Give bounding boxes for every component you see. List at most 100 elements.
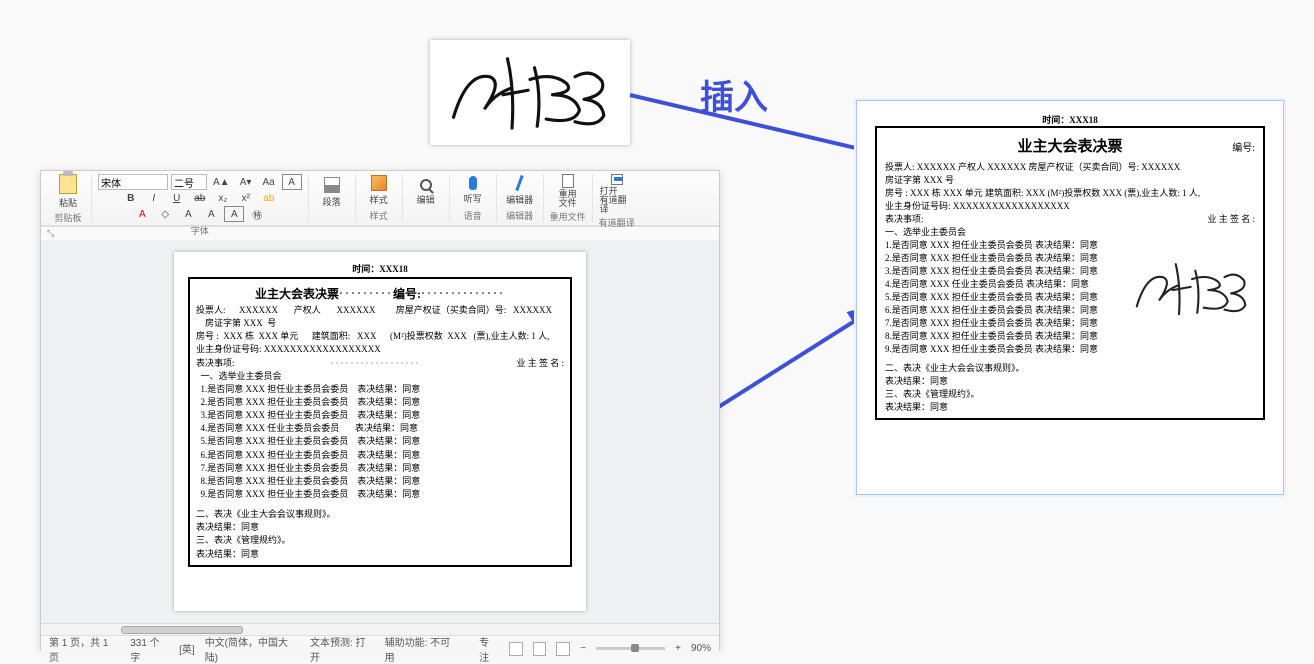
group-editor-label: 编辑器: [506, 209, 533, 222]
font-color-button[interactable]: A: [132, 206, 152, 222]
status-bar: 第 1 页，共 1 页 331 个字 [英] 中文(简体，中国大陆) 文本预测:…: [41, 635, 719, 661]
id-line: 业主身份证号码: XXXXXXXXXXXXXXXXXX: [196, 343, 564, 355]
focus-button[interactable]: 专注: [479, 634, 499, 664]
doc-title-right: 业主大会表决票: [1018, 135, 1123, 156]
vote-row: 3.是否同意 XXX 担任业主委员会委员 表决结果：同意: [196, 409, 564, 421]
doc-title: 业主大会表决票 ········· 编号: ··············: [196, 285, 564, 302]
view-print-button[interactable]: [509, 642, 523, 656]
owner-sign-label-r: 业 主 签 名 :: [1207, 212, 1255, 225]
view-read-button[interactable]: [533, 642, 547, 656]
styles-button[interactable]: 样式: [362, 174, 396, 207]
res2-r: 表决结果：同意: [885, 374, 1255, 387]
serial-right: 编号:: [1123, 139, 1256, 154]
mic-icon: [469, 176, 477, 190]
translate-icon: [611, 174, 623, 185]
zoom-percent[interactable]: 90%: [691, 643, 711, 654]
group-clipboard-label: 剪贴板: [54, 211, 81, 224]
status-lang[interactable]: 中文(简体，中国大陆): [205, 634, 300, 664]
strike-button[interactable]: ab: [190, 190, 210, 206]
search-icon: [420, 179, 432, 191]
inserted-signature: [1127, 241, 1257, 336]
paragraph-button[interactable]: 段落: [315, 174, 349, 210]
room-line-r: 房号 : XXX 栋 XXX 单元 建筑面积: XXX (M²)投票权数 XXX…: [885, 186, 1255, 199]
res3: 表决结果：同意: [196, 548, 564, 560]
vote-row: 9.是否同意 XXX 担任业主委员会委员 表决结果：同意: [885, 342, 1255, 355]
sec3: 三、表决《管理规约》。: [196, 534, 564, 546]
vote-row: 9.是否同意 XXX 担任业主委员会委员 表决结果：同意: [196, 488, 564, 500]
paragraph-icon: [324, 177, 340, 193]
zoom-in-button[interactable]: +: [675, 643, 681, 654]
subscript-button[interactable]: x₂: [213, 190, 233, 206]
page-sheet: 时间：XXX18 业主大会表决票 ········· 编号: ·········…: [174, 252, 586, 611]
status-page[interactable]: 第 1 页，共 1 页: [49, 634, 120, 664]
vote-row: 2.是否同意 XXX 担任业主委员会委员 表决结果：同意: [196, 396, 564, 408]
section-items-r: 表决事项:: [885, 212, 924, 225]
status-predict[interactable]: 文本预测: 打开: [310, 634, 375, 664]
header-time: 时间：XXX18: [188, 262, 572, 275]
italic-button[interactable]: I: [144, 190, 164, 206]
vote-row: 1.是否同意 XXX 担任业主委员会委员 表决结果：同意: [196, 383, 564, 395]
vote-row: 7.是否同意 XXX 担任业主委员会委员 表决结果：同意: [196, 462, 564, 474]
char-border[interactable]: A: [282, 174, 302, 190]
sec1-r: 一、选举业主委员会: [885, 225, 1255, 238]
clear-format-button[interactable]: ◇: [155, 206, 175, 222]
font-size-select[interactable]: [171, 174, 207, 190]
header-time-right: 时间：XXX18: [875, 113, 1265, 126]
change-case[interactable]: Aa: [259, 174, 279, 190]
increase-font[interactable]: A▲: [210, 174, 233, 190]
word-window: 粘贴 剪贴板 A▲ A▾ Aa A B I U ab x₂ x² ab: [40, 170, 720, 650]
enclosed-char[interactable]: ㊕: [247, 206, 267, 222]
sec3-r: 三、表决《管理规约》。: [885, 387, 1255, 400]
insert-label: 插入: [700, 70, 768, 119]
page-area: 时间：XXX18 业主大会表决票 ········· 编号: ·········…: [41, 240, 719, 623]
paste-button[interactable]: 粘贴: [51, 174, 85, 209]
ribbon: 粘贴 剪贴板 A▲ A▾ Aa A B I U ab x₂ x² ab: [41, 171, 719, 226]
open-addon-button[interactable]: 打开 有道翻译: [600, 174, 634, 214]
vote-row: 5.是否同意 XXX 担任业主委员会委员 表决结果：同意: [196, 435, 564, 447]
status-lang-icon[interactable]: [英]: [179, 641, 195, 656]
find-button[interactable]: 编辑: [409, 174, 443, 210]
doc-icon: [562, 174, 574, 188]
reuse-files-button[interactable]: 重用 文件: [551, 174, 585, 208]
voter-line-r: 投票人: XXXXXX 产权人 XXXXXX 房屋产权证（买卖合同）号: XXX…: [885, 160, 1255, 173]
res3-r: 表决结果：同意: [885, 400, 1255, 413]
id-line-r: 业主身份证号码: XXXXXXXXXXXXXXXXXX: [885, 199, 1255, 212]
decrease-font[interactable]: A▾: [236, 174, 256, 190]
voter-line: 投票人: XXXXXX 产权人 XXXXXX 房屋产权证（买卖合同）号: XXX…: [196, 304, 564, 316]
highlight-button[interactable]: ab: [259, 190, 279, 206]
pen-icon: [515, 175, 523, 191]
clipboard-icon: [59, 174, 77, 194]
status-words[interactable]: 331 个字: [130, 634, 169, 664]
dictate-button[interactable]: 听写: [456, 174, 490, 207]
sec1: 一、选举业主委员会: [196, 370, 564, 382]
horizontal-scrollbar[interactable]: [41, 623, 719, 635]
status-accessibility[interactable]: 辅助功能: 不可用: [385, 634, 459, 664]
font-name-select[interactable]: [98, 174, 168, 190]
section-items: 表决事项:: [196, 357, 235, 369]
room-line: 房号 : XXX 栋 XXX 单元 建筑面积: XXX (M²)投票权数 XXX…: [196, 330, 564, 342]
owner-sign-label: 业 主 签 名 :: [516, 357, 564, 369]
dialog-launcher-clipboard[interactable]: ⤡: [47, 228, 54, 239]
group-reuse-label: 重用文件: [550, 210, 586, 223]
view-web-button[interactable]: [556, 642, 570, 656]
res2: 表决结果：同意: [196, 521, 564, 533]
styles-icon: [371, 175, 387, 191]
grow-font-a[interactable]: A: [178, 206, 198, 222]
char-frame[interactable]: A: [224, 206, 244, 222]
group-style-label: 样式: [370, 209, 388, 222]
superscript-button[interactable]: x²: [236, 190, 256, 206]
vote-row: 8.是否同意 XXX 担任业主委员会委员 表决结果：同意: [196, 475, 564, 487]
deed-line: 房证字第 XXX 号: [196, 317, 564, 329]
editor-button[interactable]: 编辑器: [503, 174, 537, 207]
underline-button[interactable]: U: [167, 190, 187, 206]
shrink-font-a[interactable]: A: [201, 206, 221, 222]
sec2-r: 二、表决《业主大会会议事规则》。: [885, 361, 1255, 374]
deed-line-r: 房证字第 XXX 号: [885, 173, 1255, 186]
vote-row: 6.是否同意 XXX 担任业主委员会委员 表决结果：同意: [196, 449, 564, 461]
zoom-out-button[interactable]: −: [580, 643, 586, 654]
bold-button[interactable]: B: [121, 190, 141, 206]
signature-original: [430, 40, 630, 145]
group-addon-label: 有道翻译: [599, 216, 635, 229]
vote-row: 4.是否同意 XXX 任业主委员会委员 表决结果：同意: [196, 422, 564, 434]
group-lang-label: 语音: [464, 209, 482, 222]
